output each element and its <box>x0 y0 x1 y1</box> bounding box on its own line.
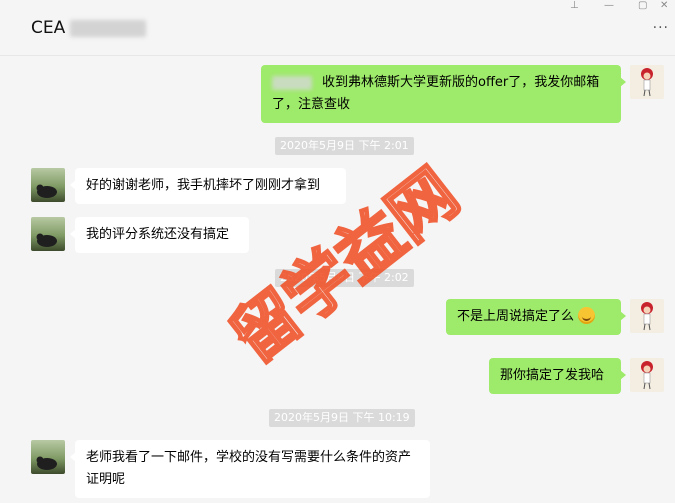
timestamp: 2020年5月9日 下午 10:19 <box>269 409 415 427</box>
teacher-avatar[interactable] <box>630 65 664 99</box>
sent-message[interactable]: 不是上周说搞定了么 <box>446 299 626 335</box>
student-avatar[interactable] <box>31 217 65 251</box>
timestamp: 2020年5月9日 下午 2:02 <box>275 269 414 287</box>
more-options-icon[interactable]: ··· <box>653 20 669 36</box>
redacted-name <box>70 20 146 37</box>
message-text: 好的谢谢老师，我手机摔坏了刚刚才拿到 <box>86 178 321 193</box>
maximize-button[interactable]: ▢ <box>638 0 647 11</box>
student-avatar[interactable] <box>31 440 65 474</box>
close-button[interactable]: ✕ <box>660 0 668 11</box>
sweat-smile-emoji-icon <box>578 307 596 324</box>
minimize-button[interactable]: — <box>604 0 614 11</box>
redacted-name <box>272 75 312 90</box>
student-avatar[interactable] <box>31 168 65 202</box>
sent-message[interactable]: 那你搞定了发我哈 <box>489 358 626 394</box>
received-message[interactable]: 好的谢谢老师，我手机摔坏了刚刚才拿到 <box>70 168 346 204</box>
message-text: 不是上周说搞定了么 <box>457 309 575 324</box>
teacher-avatar[interactable] <box>630 299 664 333</box>
timestamp: 2020年5月9日 下午 2:01 <box>275 137 414 155</box>
chat-title[interactable]: CEA <box>31 18 65 38</box>
teacher-avatar[interactable] <box>630 358 664 392</box>
message-text: 我的评分系统还没有搞定 <box>86 227 230 242</box>
received-message[interactable]: 老师我看了一下邮件，学校的没有写需要什么条件的资产证明呢 <box>70 440 430 498</box>
sent-message[interactable]: 收到弗林德斯大学更新版的offer了，我发你邮箱了，注意查收 <box>261 65 626 123</box>
received-message[interactable]: 我的评分系统还没有搞定 <box>70 217 249 253</box>
message-text: 收到弗林德斯大学更新版的offer了，我发你邮箱了，注意查收 <box>272 75 600 112</box>
pin-icon[interactable]: ⊥ <box>570 0 579 11</box>
message-text: 那你搞定了发我哈 <box>500 368 605 383</box>
message-text: 老师我看了一下邮件，学校的没有写需要什么条件的资产证明呢 <box>86 450 412 487</box>
chat-header: CEA ⊥ — ▢ ✕ ··· <box>0 0 675 56</box>
